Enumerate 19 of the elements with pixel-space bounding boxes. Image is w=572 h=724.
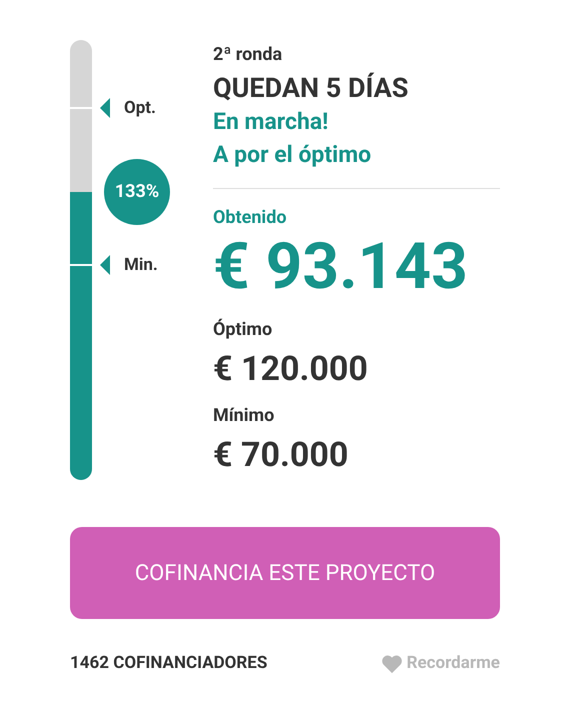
marker-label: Min.	[124, 254, 158, 276]
days-left: QUEDAN 5 DÍAS	[213, 72, 410, 104]
cofinance-button[interactable]: COFINANCIA ESTE PROYECTO	[70, 527, 500, 619]
heart-icon	[380, 654, 403, 674]
backers-count: 1462 COFINANCIADORES	[70, 652, 268, 675]
marker-icon	[100, 255, 110, 275]
status-text: A por el óptimo	[213, 140, 372, 170]
status-text: En marcha!	[213, 107, 330, 137]
stat-value: € 70.000	[213, 434, 350, 477]
stat-label: Óptimo	[213, 319, 274, 341]
marker-icon	[100, 98, 110, 118]
stat-value: € 120.000	[213, 348, 369, 391]
stat-label: Mínimo	[213, 405, 276, 427]
percent-bubble: 133%	[104, 158, 170, 225]
remind-link[interactable]: Recordarme	[380, 651, 500, 676]
round-label: 2ª ronda	[213, 44, 284, 66]
marker-label: Opt.	[124, 97, 156, 119]
stat-value: € 93.143	[213, 229, 469, 305]
stat-label: Obtenido	[213, 207, 288, 229]
